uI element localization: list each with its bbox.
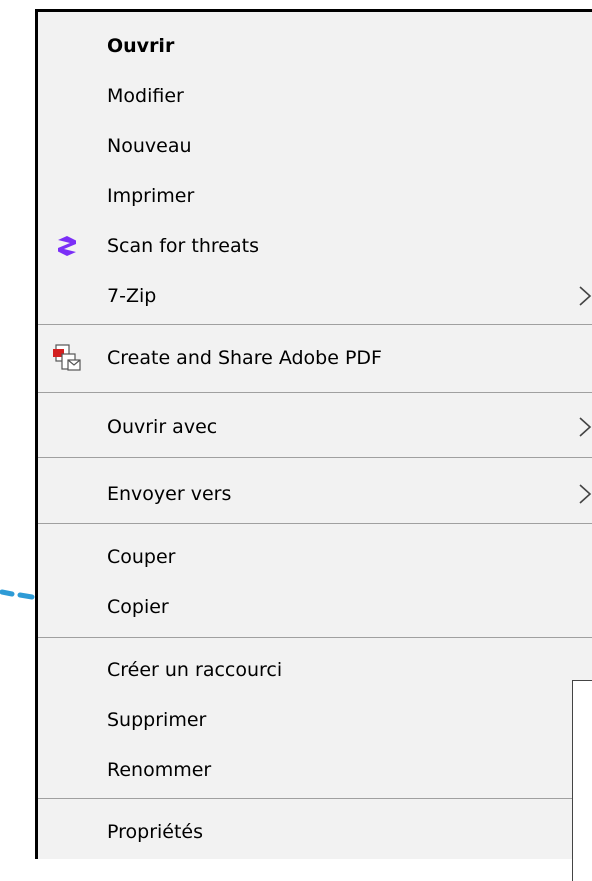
menu-separator bbox=[38, 392, 592, 393]
menu-item-label: Copier bbox=[107, 596, 169, 618]
menu-item-label: Ouvrir avec bbox=[107, 416, 218, 438]
overlapping-window bbox=[572, 680, 592, 881]
menu-item-modifier[interactable]: Modifier bbox=[38, 76, 592, 116]
menu-item-renommer[interactable]: Renommer bbox=[38, 750, 592, 790]
shield-scan-icon bbox=[58, 236, 76, 256]
menu-item-ouvrir[interactable]: Ouvrir bbox=[38, 26, 592, 66]
menu-item-7zip[interactable]: 7-Zip bbox=[38, 276, 592, 316]
menu-item-label: Modifier bbox=[107, 85, 184, 107]
menu-item-imprimer[interactable]: Imprimer bbox=[38, 176, 592, 216]
menu-item-nouveau[interactable]: Nouveau bbox=[38, 126, 592, 166]
menu-separator bbox=[38, 798, 592, 799]
chevron-right-icon bbox=[579, 417, 592, 437]
menu-item-scan-for-threats[interactable]: Scan for threats bbox=[38, 226, 592, 266]
menu-item-label: Create and Share Adobe PDF bbox=[107, 347, 382, 369]
menu-item-label: 7-Zip bbox=[107, 285, 157, 307]
menu-item-label: Imprimer bbox=[107, 185, 195, 207]
menu-item-label: Propriétés bbox=[107, 821, 204, 843]
menu-item-label: Renommer bbox=[107, 759, 212, 781]
menu-separator bbox=[38, 637, 592, 638]
menu-item-envoyer-vers[interactable]: Envoyer vers bbox=[38, 474, 592, 514]
menu-separator bbox=[38, 324, 592, 325]
menu-item-creer-raccourci[interactable]: Créer un raccourci bbox=[38, 650, 592, 690]
menu-item-label: Créer un raccourci bbox=[107, 659, 283, 681]
menu-item-supprimer[interactable]: Supprimer bbox=[38, 700, 592, 740]
menu-separator bbox=[38, 457, 592, 458]
menu-item-label: Envoyer vers bbox=[107, 483, 232, 505]
menu-item-copier[interactable]: Copier bbox=[38, 587, 592, 627]
adobe-pdf-icon bbox=[53, 344, 81, 371]
menu-separator bbox=[38, 523, 592, 524]
menu-item-ouvrir-avec[interactable]: Ouvrir avec bbox=[38, 407, 592, 447]
menu-item-label: Ouvrir bbox=[107, 35, 175, 57]
menu-item-label: Nouveau bbox=[107, 135, 192, 157]
menu-item-label: Couper bbox=[107, 546, 176, 568]
menu-item-label: Supprimer bbox=[107, 709, 207, 731]
menu-item-create-share-adobe-pdf[interactable]: Create and Share Adobe PDF bbox=[38, 338, 592, 378]
chevron-right-icon bbox=[579, 286, 592, 306]
chevron-right-icon bbox=[579, 484, 592, 504]
menu-item-couper[interactable]: Couper bbox=[38, 537, 592, 577]
context-menu: Ouvrir Modifier Nouveau Imprimer Scan fo… bbox=[35, 9, 592, 859]
menu-item-label: Scan for threats bbox=[107, 235, 259, 257]
menu-item-proprietes[interactable]: Propriétés bbox=[38, 812, 592, 852]
